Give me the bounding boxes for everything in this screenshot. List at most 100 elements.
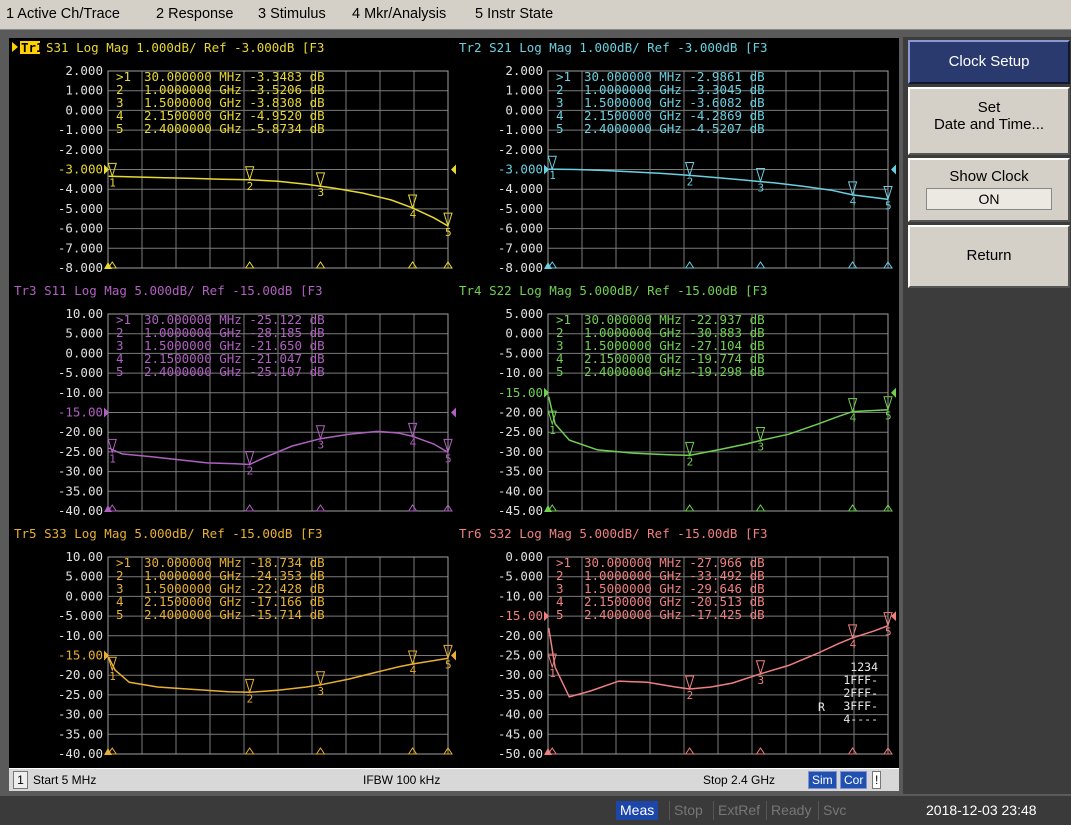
channel-number[interactable]: 1 — [13, 771, 28, 789]
ref-level-label: -15.00 — [58, 405, 103, 420]
marker-tick — [315, 747, 326, 755]
marker-triangle — [547, 155, 557, 171]
y-axis-label: 0.000 — [65, 588, 103, 603]
ifbw-value[interactable]: IFBW 100 kHz — [363, 773, 440, 787]
stimulus-start-tick — [104, 748, 112, 755]
menu-response[interactable]: 2 Response — [156, 6, 233, 22]
marker-label: 4 — [410, 436, 417, 449]
marker-readout: 2.4000000 GHz -5.8734 dB — [144, 121, 325, 136]
y-axis-label: -20.00 — [498, 628, 543, 643]
marker-label: 1 — [109, 670, 116, 683]
return-button[interactable]: Return — [908, 225, 1070, 288]
marker-label: 1 — [549, 169, 556, 182]
ref-level-arrow — [451, 164, 456, 175]
show-clock-button[interactable]: Show Clock ON — [908, 158, 1070, 222]
y-axis-label: -5.000 — [58, 201, 103, 216]
marker-label: 2 — [247, 180, 254, 193]
meas-indicator: Meas — [616, 801, 659, 820]
trace-panel-tr5: Tr5 S33 Log Mag 5.000dB/ Ref -15.00dB [F… — [14, 526, 456, 761]
marker-triangle — [755, 167, 766, 184]
marker-label: 1 — [549, 424, 556, 437]
y-axis-label: -25.00 — [498, 648, 543, 663]
y-axis-label: -8.000 — [58, 260, 103, 275]
marker-table-overlay: 12341FFF-2FFF-3FFF-4---- R — [818, 660, 878, 726]
menu-mkr-analysis[interactable]: 4 Mkr/Analysis — [352, 6, 446, 22]
menu-instr-state[interactable]: 5 Instr State — [475, 6, 553, 22]
marker-tick — [244, 504, 255, 512]
marker-table-prefix: R — [818, 700, 825, 714]
marker-table-row: 4---- — [843, 712, 878, 726]
stop-frequency[interactable]: Stop 2.4 GHz — [703, 773, 775, 787]
marker-tick — [407, 504, 418, 512]
marker-label: 4 — [850, 412, 857, 425]
marker-label: 4 — [410, 664, 417, 677]
y-axis-label: -1.000 — [498, 122, 543, 137]
ref-level-label: -15.00 — [498, 385, 543, 400]
marker-tick — [684, 747, 695, 755]
marker-label: 2 — [247, 464, 254, 477]
y-axis-label: -10.00 — [58, 628, 103, 643]
clock-setup-label: Clock Setup — [948, 53, 1030, 70]
marker-triangle — [684, 441, 695, 458]
ref-level-arrow — [451, 650, 456, 661]
y-axis-label: -6.000 — [498, 221, 543, 236]
marker-triangle — [407, 194, 418, 210]
y-axis-label: -35.00 — [58, 483, 103, 498]
set-date-time-button[interactable]: Set Date and Time... — [908, 87, 1070, 155]
marker-tick — [244, 261, 255, 269]
marker-triangle — [407, 650, 418, 666]
marker-label: 4 — [410, 208, 417, 221]
marker-number: 5 — [116, 121, 124, 136]
y-axis-label: -20.00 — [58, 667, 103, 682]
trace-title: S31 Log Mag 1.000dB/ Ref -3.000dB [F3 — [46, 40, 324, 55]
stimulus-start-tick — [104, 262, 112, 269]
y-axis-label: -7.000 — [58, 240, 103, 255]
y-axis-label: -35.00 — [498, 687, 543, 702]
ref-level-label: -3.000 — [58, 162, 103, 177]
marker-tick — [847, 261, 858, 269]
clock-setup-softkey[interactable]: Clock Setup — [908, 40, 1070, 84]
trace-id: Tr1 — [21, 40, 44, 55]
sim-badge: Sim — [808, 771, 837, 789]
y-axis-label: -5.000 — [498, 569, 543, 584]
y-axis-label: -2.000 — [58, 142, 103, 157]
y-axis-label: 5.000 — [505, 306, 543, 321]
marker-label: 4 — [850, 195, 857, 208]
menu-stimulus[interactable]: 3 Stimulus — [258, 6, 326, 22]
marker-readout: 2.4000000 GHz -17.425 dB — [584, 607, 765, 622]
y-axis-label: -10.00 — [58, 385, 103, 400]
menu-active-ch-trace[interactable]: 1 Active Ch/Trace — [6, 6, 120, 22]
y-axis-label: -30.00 — [58, 464, 103, 479]
marker-number: 5 — [556, 607, 564, 622]
y-axis-label: -40.00 — [498, 707, 543, 722]
marker-tick — [847, 747, 858, 755]
marker-triangle — [407, 422, 418, 439]
marker-label: 5 — [445, 452, 452, 465]
y-axis-label: -6.000 — [58, 221, 103, 236]
y-axis-label: -20.00 — [498, 405, 543, 420]
marker-label: 5 — [445, 226, 452, 239]
marker-readout: 2.4000000 GHz -4.5207 dB — [584, 121, 765, 136]
marker-tick — [244, 747, 255, 755]
start-frequency[interactable]: Start 5 MHz — [33, 773, 96, 787]
marker-readout: 2.4000000 GHz -19.298 dB — [584, 364, 765, 379]
marker-triangle — [847, 398, 858, 414]
marker-label: 5 — [885, 199, 892, 212]
y-axis-label: -30.00 — [498, 444, 543, 459]
marker-readout: 2.4000000 GHz -25.107 dB — [144, 364, 325, 379]
marker-label: 3 — [758, 674, 765, 687]
marker-label: 2 — [687, 175, 694, 188]
y-axis-label: -30.00 — [498, 667, 543, 682]
marker-table-row: 2FFF- — [843, 686, 878, 700]
y-axis-label: -5.000 — [498, 201, 543, 216]
stop-indicator: Stop — [669, 801, 707, 820]
y-axis-label: 1.000 — [505, 83, 543, 98]
y-axis-label: -10.00 — [498, 365, 543, 380]
warning-badge: ! — [872, 771, 882, 789]
y-axis-label: -25.00 — [58, 687, 103, 702]
y-axis-label: -45.00 — [498, 503, 543, 518]
set-label: Set — [977, 99, 1001, 116]
show-clock-label: Show Clock — [949, 168, 1029, 185]
marker-tick — [755, 504, 766, 512]
marker-label: 1 — [109, 452, 116, 465]
